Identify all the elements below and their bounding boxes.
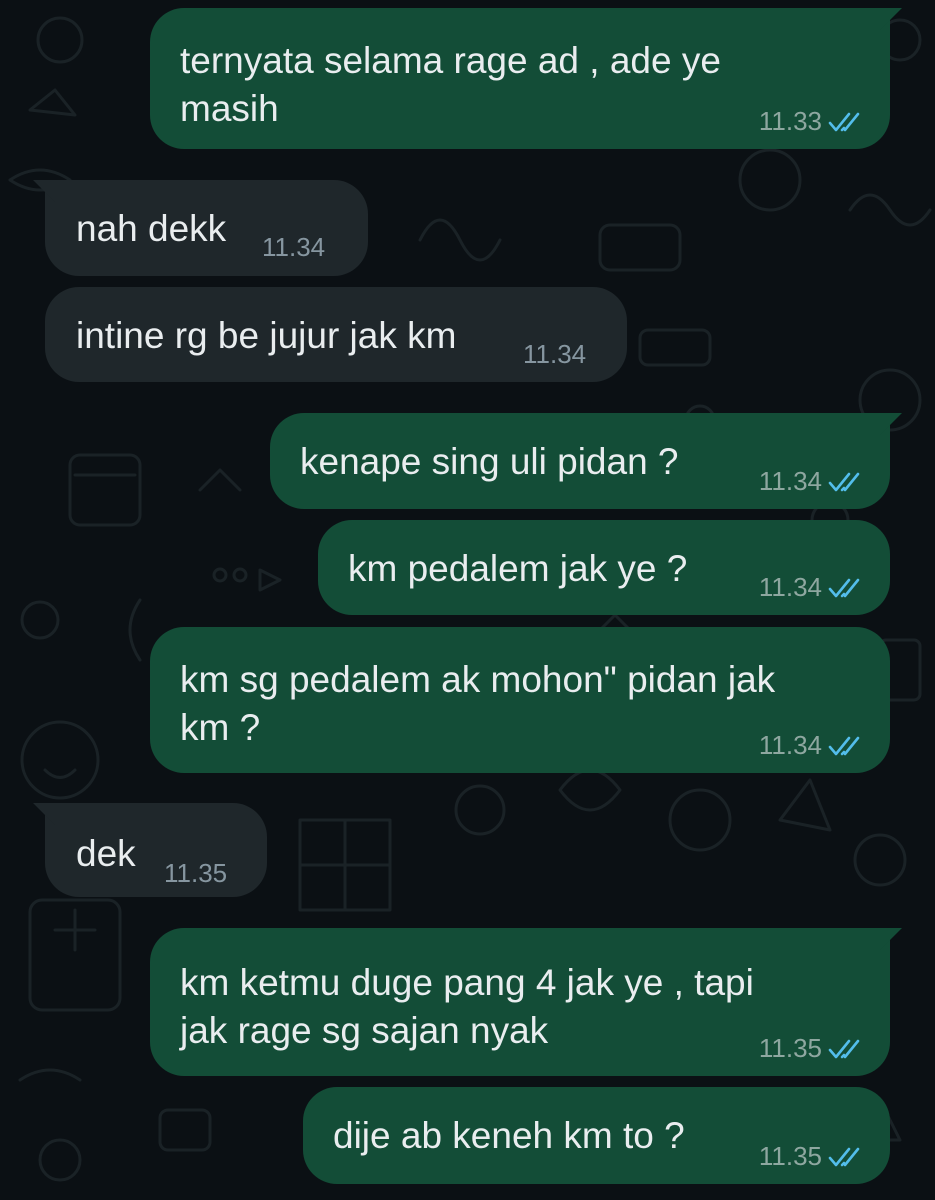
message-text-line: km ketmu duge pang 4 jak ye , tapi [180, 962, 754, 1003]
message-time: 11.35 [164, 858, 228, 888]
message-time: 11.34 [758, 466, 822, 496]
double-check-read-icon [828, 577, 866, 599]
message-text-line: dek [76, 833, 136, 874]
bubble-tail [880, 8, 902, 30]
bubble-tail [33, 180, 55, 202]
message-time: 11.34 [758, 730, 822, 760]
incoming-message[interactable]: dek 11.35 [33, 803, 267, 897]
message-meta: 11.34 [523, 339, 586, 370]
outgoing-message[interactable]: km pedalem jak ye ? 11.34 [318, 520, 890, 615]
double-check-read-icon [828, 1038, 866, 1060]
message-text-line: km ? [180, 707, 261, 748]
incoming-message[interactable]: nah dekk 11.34 [33, 180, 368, 276]
double-check-read-icon [828, 1146, 866, 1168]
incoming-message[interactable]: intine rg be jujur jak km 11.34 [45, 287, 627, 382]
message-time: 11.34 [758, 572, 822, 602]
message-text-line: jak rage sg sajan nyak [180, 1010, 549, 1051]
message-time: 11.33 [758, 106, 822, 136]
message-meta: 11.34 [759, 466, 866, 497]
message-time: 11.34 [523, 339, 587, 369]
message-meta: 11.34 [759, 730, 866, 761]
outgoing-message[interactable]: dije ab keneh km to ? 11.35 [303, 1087, 890, 1184]
message-time: 11.35 [758, 1141, 822, 1171]
message-text-line: dije ab keneh km to ? [333, 1115, 685, 1156]
message-meta: 11.35 [759, 1141, 866, 1172]
double-check-read-icon [828, 735, 866, 757]
message-text-line: km pedalem jak ye ? [348, 548, 688, 589]
message-text-line: kenape sing uli pidan ? [300, 441, 679, 482]
double-check-read-icon [828, 111, 866, 133]
double-check-read-icon [828, 471, 866, 493]
message-text-line: intine rg be jujur jak km [76, 315, 457, 356]
message-time: 11.34 [262, 232, 326, 262]
chat-message-list: ternyata selama rage ad , ade ye masih 1… [0, 0, 935, 1200]
message-meta: 11.33 [759, 106, 866, 137]
message-meta: 11.34 [759, 572, 866, 603]
bubble-tail [33, 803, 55, 825]
outgoing-message[interactable]: kenape sing uli pidan ? 11.34 [270, 413, 902, 509]
outgoing-message[interactable]: ternyata selama rage ad , ade ye masih 1… [150, 8, 902, 149]
message-text-line: nah dekk [76, 208, 227, 249]
message-time: 11.35 [758, 1033, 822, 1063]
bubble-tail [880, 928, 902, 950]
message-text-line: km sg pedalem ak mohon" pidan jak [180, 659, 776, 700]
message-meta: 11.34 [262, 232, 325, 263]
message-meta: 11.35 [759, 1033, 866, 1064]
outgoing-message[interactable]: km ketmu duge pang 4 jak ye , tapi jak r… [150, 928, 902, 1076]
bubble-tail [880, 413, 902, 435]
message-meta: 11.35 [164, 858, 227, 889]
message-text-line: masih [180, 88, 279, 129]
outgoing-message[interactable]: km sg pedalem ak mohon" pidan jak km ? 1… [150, 627, 890, 773]
message-text-line: ternyata selama rage ad , ade ye [180, 40, 721, 81]
